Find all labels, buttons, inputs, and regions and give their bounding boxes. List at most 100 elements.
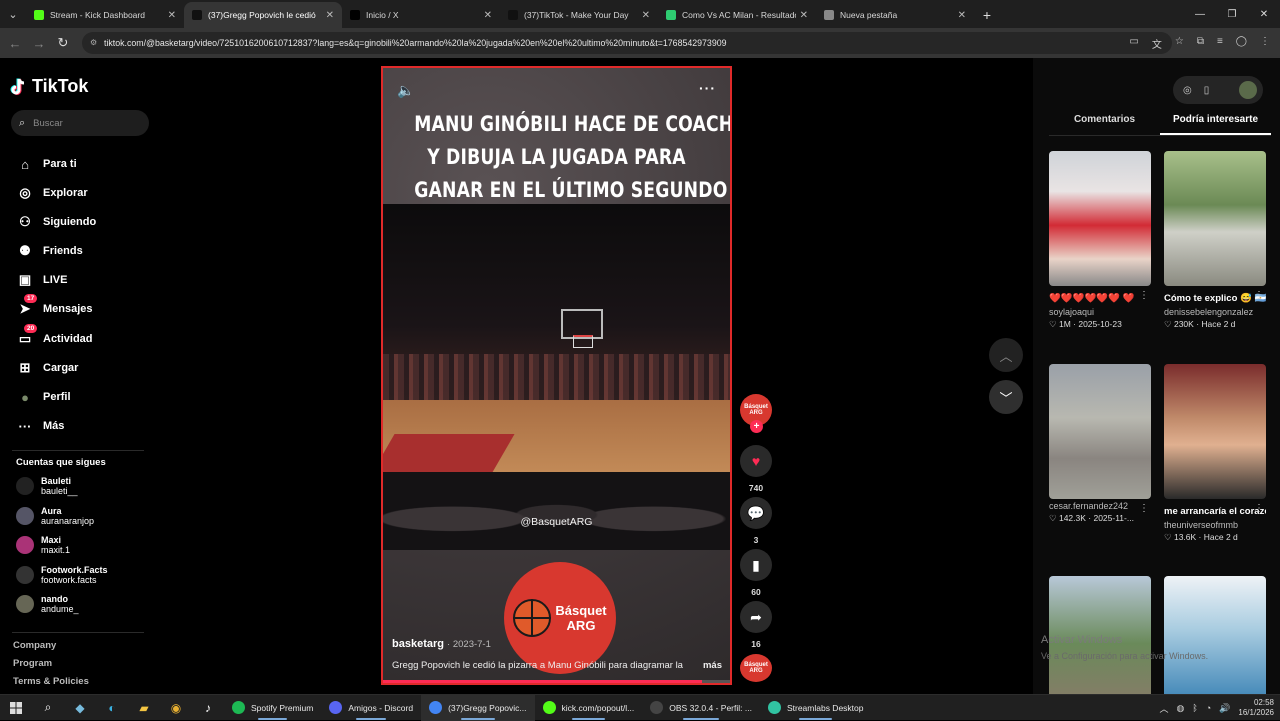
taskbar-app[interactable]: (37)Gregg Popovic... [421,694,535,721]
profile-icon[interactable]: ◯ [1236,36,1247,51]
video-author[interactable]: basketarg · 2023-7-1 [392,638,491,650]
follow-plus-icon[interactable]: + [750,420,763,433]
more-button[interactable]: más [695,660,722,671]
coin-icon[interactable]: ◎ [1183,85,1192,96]
panel-tab[interactable]: Podría interesarte [1160,114,1271,135]
copilot-icon[interactable]: ◆ [64,695,96,721]
panel-tab[interactable]: Comentarios [1049,114,1160,135]
reload-icon[interactable]: ↻ [51,35,75,51]
tiktok-logo[interactable]: TikTok [10,76,88,97]
card-author[interactable]: denissebelengonzalez [1164,307,1266,317]
video-thumbnail[interactable] [1164,364,1266,499]
sidebar-item-activity[interactable]: ▭ 20 Actividad [16,324,93,350]
card-more-icon[interactable]: ⋮ [1254,290,1264,301]
sidebar-item-compass[interactable]: ◎ Explorar [16,182,87,204]
close-window-icon[interactable]: ✕ [1248,0,1280,28]
video-thumbnail[interactable] [1049,151,1151,286]
restore-icon[interactable]: ❐ [1216,0,1248,28]
video-more-icon[interactable]: ··· [699,80,716,96]
following-item[interactable]: Bauleti bauleti__ [16,476,78,496]
following-item[interactable]: nando andume_ [16,594,79,614]
card-more-icon[interactable]: ⋮ [1139,503,1149,514]
sidebar-item-home[interactable]: ⌂ Para ti [16,153,77,175]
windows-start-icon[interactable] [0,695,32,721]
sidebar-item-live[interactable]: ▣ LIVE [16,269,68,291]
tray-app-icon[interactable]: ◍ [1176,703,1184,714]
video-card[interactable]: me arrancaría el corazón para... theunive… [1164,364,1266,543]
extensions-icon[interactable]: ⧉ [1197,36,1204,51]
footer-link[interactable]: Program [13,658,52,669]
video-card[interactable]: Cómo te explico 😅 🇦🇷 #fyp... denissebelen… [1164,151,1266,330]
clock[interactable]: 02:58 16/1/2026 [1238,698,1274,718]
translate-icon[interactable]: 文 [1152,36,1162,51]
bookmark-star-icon[interactable]: ☆ [1175,36,1184,51]
next-video-button[interactable]: ﹀ [989,380,1023,414]
save-button[interactable]: ▮ 60 [740,549,772,597]
sidebar-item-upload[interactable]: ⊞ Cargar [16,357,79,379]
media-icon[interactable]: ≡ [1217,36,1223,51]
video-card[interactable]: ❤️❤️❤️❤️❤️❤️ ❤️ soylajoaqui ♡ 1M · 2025-10… [1049,151,1151,330]
browser-tab[interactable]: Inicio / X ✕ [342,2,500,28]
bluetooth-icon[interactable]: ᛒ [1192,703,1197,713]
sidebar-item-friends[interactable]: ⚉ Friends [16,240,83,262]
browser-tab[interactable]: (37)TikTok - Make Your Day ✕ [500,2,658,28]
browser-tab[interactable]: Nueva pestaña ✕ [816,2,974,28]
tab-close-icon[interactable]: ✕ [800,10,808,21]
previous-video-button[interactable]: ︿ [989,338,1023,372]
sidebar-item-more[interactable]: ··· Más [16,415,65,437]
video-thumbnail[interactable] [1164,151,1266,286]
video-thumbnail[interactable] [1049,364,1151,499]
taskbar-search-icon[interactable]: ⌕ [32,695,64,721]
edge-icon[interactable]: ◐ [96,695,128,721]
taskbar-app[interactable]: Spotify Premium [224,695,321,721]
card-more-icon[interactable]: ⋮ [1139,290,1149,301]
tab-close-icon[interactable]: ✕ [326,10,334,21]
browser-tab[interactable]: (37)Gregg Popovich le cedió ✕ [184,2,342,28]
sidebar-item-profile[interactable]: ● Perfil [16,386,70,408]
card-author[interactable]: soylajoaqui [1049,307,1151,317]
card-author[interactable]: theuniverseofmmb [1164,520,1266,530]
sidebar-item-messages[interactable]: ➤ 17 Mensajes [16,294,93,320]
author-name[interactable]: basketarg [392,638,444,650]
footer-link[interactable]: Company [13,640,56,651]
following-item[interactable]: Footwork.Facts footwork.facts [16,565,108,585]
site-info-icon[interactable]: ⚙ [90,38,100,48]
comment-button[interactable]: 💬 3 [740,497,772,545]
taskbar-app[interactable]: kick.com/popout/l... [535,695,643,721]
card-author[interactable]: cesar.fernandez242 [1049,501,1151,511]
tab-close-icon[interactable]: ✕ [958,10,966,21]
url-field[interactable]: ⚙ tiktok.com/@basketarg/video/7251016200… [82,32,1172,54]
sidebar-item-following[interactable]: ⚇ Siguiendo [16,211,96,233]
file-explorer-icon[interactable]: ▰ [128,695,160,721]
card-more-icon[interactable]: ⋮ [1254,503,1264,514]
taskbar-app[interactable]: Amigos - Discord [321,695,421,721]
like-button[interactable]: ♥ 740 [740,445,772,493]
music-disc-icon[interactable]: Básquet ARG [740,654,772,682]
video-player[interactable]: 🔈 ··· MANU GINÓBILI HACE DE COACH Y DIBU… [381,66,732,685]
chrome-icon[interactable]: ◉ [160,695,192,721]
new-tab-button[interactable]: + [974,2,1000,28]
search-field[interactable]: ⌕ Buscar [11,110,149,136]
taskbar-app[interactable]: Streamlabs Desktop [760,695,872,721]
forward-icon[interactable]: → [27,36,51,51]
share-button[interactable]: ➦ 16 [740,601,772,649]
menu-dots-icon[interactable]: ⋮ [1260,36,1270,51]
back-icon[interactable]: ← [3,36,27,51]
video-progress[interactable] [383,680,730,683]
tray-chevron-icon[interactable]: ︿ [1159,702,1168,715]
browser-tab[interactable]: Como Vs AC Milan - Resultado ✕ [658,2,816,28]
tab-close-icon[interactable]: ✕ [642,10,650,21]
browser-tab[interactable]: Stream - Kick Dashboard ✕ [26,2,184,28]
taskbar-app[interactable]: OBS 32.0.4 - Perfil: ... [642,695,760,721]
cast-icon[interactable]: ▭ [1129,36,1138,51]
volume-tray-icon[interactable]: 🔊 [1219,703,1230,714]
video-card[interactable]: cesar.fernandez242 ♡ 142.3K · 2025-11-...… [1049,364,1151,524]
tab-search-icon[interactable]: ⌄ [0,0,26,28]
footer-link[interactable]: Terms & Policies [13,676,89,687]
user-avatar[interactable] [1239,81,1257,99]
following-item[interactable]: Aura auranaranjop [16,506,94,526]
tab-close-icon[interactable]: ✕ [168,10,176,21]
device-icon[interactable]: ▯ [1204,85,1210,96]
volume-icon[interactable]: 🔈 [397,82,414,99]
tab-close-icon[interactable]: ✕ [484,10,492,21]
